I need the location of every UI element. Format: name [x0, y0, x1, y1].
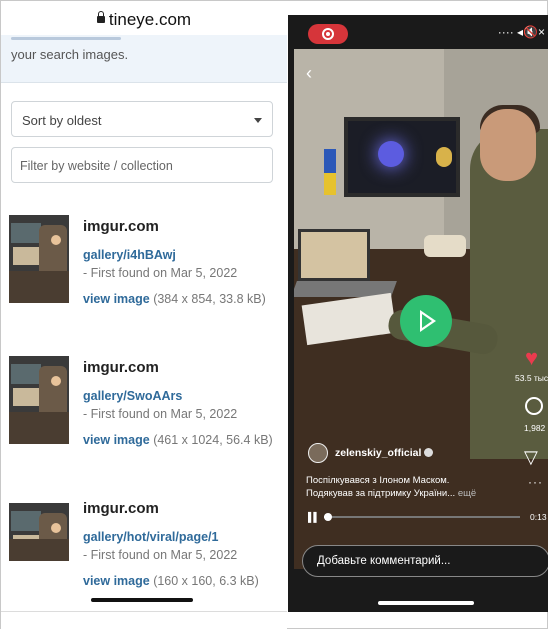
- verified-badge-icon: [424, 448, 434, 457]
- result-view-image: view image (384 x 854, 33.8 kB): [83, 292, 266, 306]
- result-link[interactable]: gallery/SwoAArs: [83, 389, 182, 403]
- avatar[interactable]: [308, 443, 328, 463]
- caption-line-2: Подякував за підтримку України...: [306, 488, 456, 499]
- result-first-found: - First found on Mar 5, 2022: [83, 407, 238, 421]
- filter-input[interactable]: Filter by website / collection: [11, 147, 273, 183]
- back-arrow-icon[interactable]: ‹: [306, 63, 312, 84]
- chevron-down-icon: [254, 118, 262, 123]
- result-first-found: - First found on Mar 5, 2022: [83, 266, 238, 280]
- caption-more-link[interactable]: ещё: [458, 488, 476, 499]
- comments-count: 1,982: [524, 423, 546, 433]
- heart-icon[interactable]: ♥: [525, 345, 538, 371]
- view-image-link[interactable]: view image: [83, 292, 150, 306]
- video-time: 0:13: [530, 512, 547, 522]
- tineye-panel: tineye.com your search images. Sort by o…: [1, 1, 287, 630]
- caption-line-1: Поспілкувався з Ілоном Маском.: [306, 475, 450, 486]
- home-indicator[interactable]: [91, 598, 193, 602]
- username[interactable]: zelenskiy_official: [335, 447, 434, 459]
- result-view-image: view image (160 x 160, 6.3 kB): [83, 574, 259, 588]
- sort-select-label: Sort by oldest: [22, 113, 102, 128]
- lock-icon: [96, 11, 105, 23]
- screenshot-frame: tineye.com your search images. Sort by o…: [0, 0, 548, 630]
- intro-text: your search images.: [11, 47, 129, 62]
- result-view-image: view image (461 x 1024, 56.4 kB): [83, 433, 273, 447]
- view-image-meta: (160 x 160, 6.3 kB): [153, 574, 259, 588]
- progress-handle[interactable]: [323, 513, 332, 521]
- result-item: imgur.com gallery/SwoAArs - First found …: [9, 356, 285, 476]
- video-progress-bar[interactable]: [323, 513, 520, 521]
- search-info-box: your search images.: [1, 35, 287, 83]
- likes-count: 53.5 тыс.: [515, 373, 548, 383]
- tv-screen: [344, 117, 460, 197]
- play-icon[interactable]: [400, 295, 452, 347]
- more-icon[interactable]: ···: [528, 475, 543, 489]
- username-text: zelenskiy_official: [335, 447, 422, 459]
- result-item: imgur.com gallery/i4hBAwj - First found …: [9, 215, 285, 335]
- send-icon[interactable]: ▽: [524, 447, 538, 468]
- pause-icon[interactable]: ▌▌: [308, 512, 320, 522]
- screen-record-icon[interactable]: [308, 24, 348, 44]
- result-first-found: - First found on Mar 5, 2022: [83, 548, 238, 562]
- caption: Поспілкувався з Ілоном Маском. Подякував…: [306, 474, 521, 500]
- comment-placeholder: Добавьте комментарий...: [317, 555, 451, 567]
- result-thumbnail[interactable]: [9, 215, 69, 303]
- cut-off-link[interactable]: [11, 37, 121, 40]
- result-domain: imgur.com: [83, 359, 159, 376]
- comment-icon[interactable]: [525, 397, 543, 415]
- status-icons: ···· ◂🔇×: [497, 25, 545, 39]
- result-thumbnail[interactable]: [9, 356, 69, 444]
- result-domain: imgur.com: [83, 500, 159, 517]
- home-indicator[interactable]: [378, 601, 474, 605]
- view-image-link[interactable]: view image: [83, 433, 150, 447]
- view-image-link[interactable]: view image: [83, 574, 150, 588]
- result-link[interactable]: gallery/hot/viral/page/1: [83, 530, 218, 544]
- instagram-video-panel: ···· ◂🔇× ‹ ♥ 53.5 тыс. 1,982 ▽ ··· zelen…: [288, 15, 548, 612]
- url-text: tineye.com: [108, 10, 192, 29]
- browser-url-bar[interactable]: tineye.com: [1, 1, 287, 35]
- view-image-meta: (461 x 1024, 56.4 kB): [153, 433, 273, 447]
- divider: [1, 611, 287, 612]
- sort-select[interactable]: Sort by oldest: [11, 101, 273, 137]
- result-thumbnail[interactable]: [9, 503, 69, 561]
- url-display: tineye.com: [1, 10, 287, 30]
- comment-input[interactable]: Добавьте комментарий...: [302, 545, 548, 577]
- result-domain: imgur.com: [83, 218, 159, 235]
- view-image-meta: (384 x 854, 33.8 kB): [153, 292, 266, 306]
- result-link[interactable]: gallery/i4hBAwj: [83, 248, 176, 262]
- filter-placeholder: Filter by website / collection: [20, 159, 173, 173]
